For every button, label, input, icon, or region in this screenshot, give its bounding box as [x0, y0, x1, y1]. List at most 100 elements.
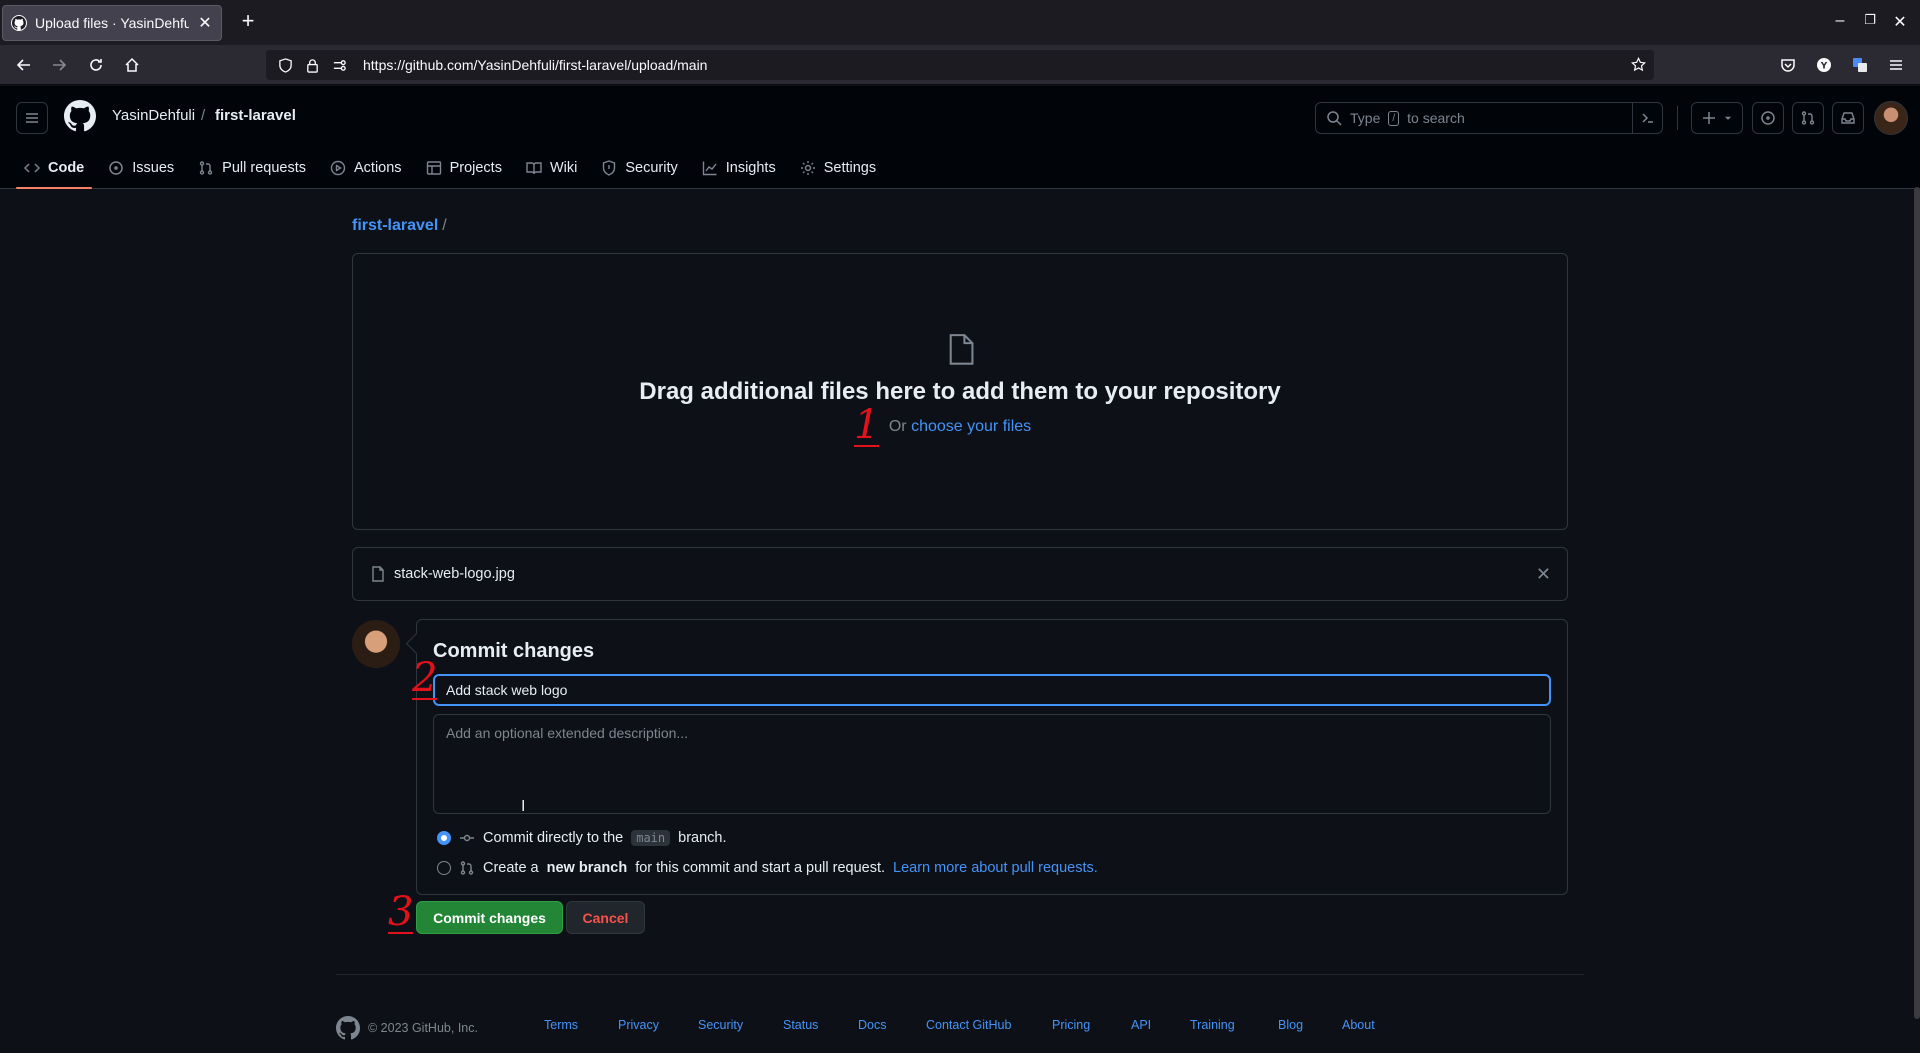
tab-pull-requests[interactable]: Pull requests [190, 150, 314, 186]
code-icon [24, 163, 40, 173]
file-icon [372, 566, 384, 582]
tracking-shield-icon[interactable] [278, 57, 293, 73]
bookmark-star-icon[interactable] [1631, 57, 1646, 72]
tab-projects[interactable]: Projects [418, 150, 510, 186]
commit-form-title: Commit changes [433, 640, 595, 662]
new-branch-option[interactable]: Create a new branch for this commit and … [437, 860, 1098, 876]
commit-direct-option[interactable]: Commit directly to the main branch. [437, 830, 727, 846]
app-menu-icon[interactable] [1884, 53, 1908, 77]
user-avatar[interactable] [1874, 101, 1908, 135]
commit-description-textarea[interactable] [433, 714, 1551, 814]
url-text: https://github.com/YasinDehfuli/first-la… [363, 57, 708, 73]
window-close-icon[interactable]: ✕ [1890, 12, 1910, 32]
learn-more-pr-link[interactable]: Learn more about pull requests. [893, 860, 1098, 876]
browser-tab[interactable]: Upload files · YasinDehfuli/fi ✕ [2, 5, 222, 41]
search-key-hint: / [1388, 110, 1400, 126]
tab-insights[interactable]: Insights [694, 150, 784, 186]
tab-wiki[interactable]: Wiki [518, 150, 585, 186]
option1-suffix: branch. [678, 830, 727, 846]
back-icon[interactable] [12, 53, 36, 77]
lock-icon[interactable] [305, 58, 320, 73]
permissions-icon[interactable] [332, 58, 347, 73]
tab-actions[interactable]: Actions [322, 150, 410, 186]
committer-avatar [352, 620, 400, 668]
footer-link-api[interactable]: API [1131, 1018, 1151, 1032]
pull-requests-button[interactable] [1792, 102, 1824, 134]
annotation-1: 1 [854, 402, 880, 448]
page-scrollbar[interactable] [1914, 187, 1920, 1019]
pocket-icon[interactable] [1776, 53, 1800, 77]
choose-files-link[interactable]: choose your files [911, 418, 1031, 435]
footer-link-blog[interactable]: Blog [1278, 1018, 1303, 1032]
plus-icon [1703, 112, 1715, 124]
dropzone-subtitle: Or choose your files [353, 418, 1567, 436]
shield-icon [603, 160, 616, 176]
table-icon [426, 161, 441, 175]
issue-icon [1761, 111, 1775, 125]
dropzone-title: Drag additional files here to add them t… [639, 378, 1281, 405]
tab-label: Actions [354, 160, 402, 176]
breadcrumb-separator: / [201, 107, 206, 124]
annotation-3: 3 [388, 889, 414, 935]
tab-label: Insights [725, 160, 776, 176]
translate-extension-icon[interactable] [1848, 53, 1872, 77]
text-cursor-icon: I [521, 798, 526, 815]
tab-code[interactable]: Code [16, 150, 93, 189]
footer-link-contact[interactable]: Contact GitHub [926, 1018, 1011, 1032]
footer-link-status[interactable]: Status [783, 1018, 818, 1032]
tab-settings[interactable]: Settings [792, 150, 884, 186]
command-palette-button[interactable] [1632, 103, 1662, 133]
new-branch-radio[interactable] [437, 861, 451, 875]
file-dropzone[interactable]: Drag additional files here to add them t… [352, 253, 1568, 530]
commit-form: Commit changes I Commit directly to the … [416, 619, 1568, 895]
search-input[interactable]: Type / to search [1315, 102, 1663, 134]
footer-link-about[interactable]: About [1342, 1018, 1375, 1032]
footer-copyright: © 2023 GitHub, Inc. [368, 1021, 478, 1035]
book-icon [526, 162, 542, 175]
create-new-button[interactable] [1691, 102, 1743, 134]
restore-icon[interactable]: ❐ [1860, 12, 1880, 28]
footer-link-training[interactable]: Training [1190, 1018, 1235, 1032]
remove-file-icon[interactable]: ✕ [1536, 565, 1551, 583]
url-bar[interactable]: https://github.com/YasinDehfuli/first-la… [266, 50, 1654, 80]
inbox-button[interactable] [1832, 102, 1864, 134]
footer-link-security[interactable]: Security [698, 1018, 743, 1032]
footer-link-privacy[interactable]: Privacy [618, 1018, 659, 1032]
caret-down-icon [1724, 116, 1732, 120]
home-icon[interactable] [120, 53, 144, 77]
pull-request-icon [199, 161, 213, 175]
option2-suffix: for this commit and start a pull request… [635, 860, 886, 876]
tab-security[interactable]: Security [593, 150, 685, 186]
terminal-icon [1641, 113, 1653, 123]
reload-icon[interactable] [84, 53, 108, 77]
header-divider [1677, 106, 1678, 130]
tab-label: Issues [132, 160, 175, 176]
footer-link-terms[interactable]: Terms [544, 1018, 578, 1032]
commit-direct-radio[interactable] [437, 831, 451, 845]
forward-icon[interactable] [47, 53, 71, 77]
repo-link[interactable]: first-laravel [215, 107, 296, 124]
commit-changes-button[interactable]: Commit changes [416, 901, 563, 934]
tab-label: Projects [449, 160, 502, 176]
tab-issues[interactable]: Issues [100, 150, 182, 186]
breadcrumb-repo-link[interactable]: first-laravel [352, 217, 438, 234]
breadcrumb-separator: / [442, 217, 447, 234]
tab-close-icon[interactable]: ✕ [197, 13, 213, 33]
minimize-icon[interactable]: – [1830, 12, 1850, 30]
global-menu-button[interactable] [16, 102, 48, 134]
commit-message-input[interactable] [433, 674, 1551, 706]
github-logo-icon[interactable] [336, 1016, 360, 1040]
git-commit-icon [460, 834, 474, 842]
cancel-button[interactable]: Cancel [566, 901, 645, 934]
footer-link-pricing[interactable]: Pricing [1052, 1018, 1090, 1032]
search-suffix: to search [1407, 110, 1465, 126]
issues-button[interactable] [1752, 102, 1784, 134]
github-logo-icon[interactable] [64, 100, 96, 132]
search-icon [1327, 111, 1342, 126]
option2-bold: new branch [546, 860, 628, 876]
account-icon[interactable]: Y [1812, 53, 1836, 77]
owner-link[interactable]: YasinDehfuli [112, 107, 195, 124]
footer-link-docs[interactable]: Docs [858, 1018, 886, 1032]
new-tab-icon[interactable]: + [236, 10, 260, 34]
dropzone-or-text: Or [888, 418, 907, 435]
